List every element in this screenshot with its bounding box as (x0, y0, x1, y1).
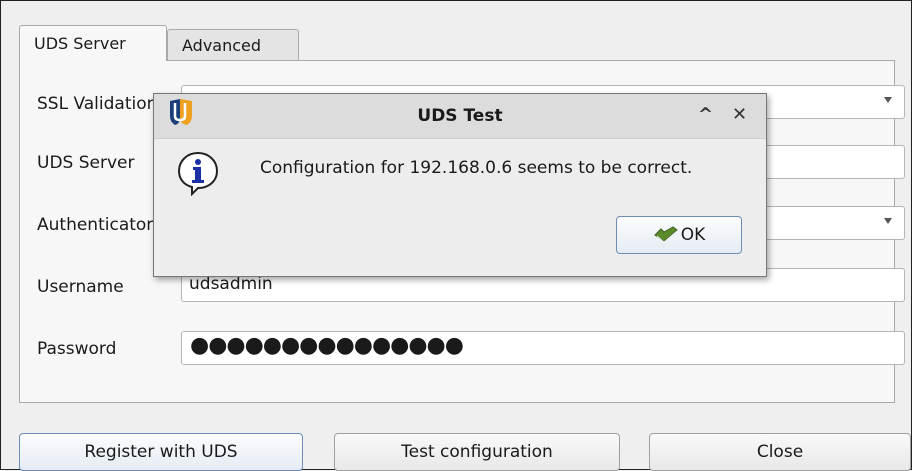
register-button-label: Register with UDS (84, 442, 238, 462)
authenticator-label: Authenticator (37, 215, 154, 235)
ok-check-icon (653, 226, 678, 243)
dialog-titlebar[interactable]: UDS Test ^ ✕ (154, 94, 766, 139)
username-value: udsadmin (189, 274, 273, 294)
ssl-validation-label: SSL Validation (37, 94, 158, 114)
tab-uds-server-label: UDS Server (34, 34, 126, 53)
uds-test-dialog: UDS Test ^ ✕ Configuration for 192.168.0… (153, 93, 767, 277)
password-label: Password (37, 339, 117, 359)
close-icon[interactable]: ✕ (732, 104, 747, 125)
uds-server-label: UDS Server (37, 153, 135, 173)
tab-advanced[interactable]: Advanced (167, 29, 299, 61)
username-label: Username (37, 277, 124, 297)
password-mask: ●●●●●●●●●●●●●●● (190, 333, 464, 358)
ok-button-label: OK (680, 225, 706, 245)
tab-uds-server[interactable]: UDS Server (19, 25, 167, 61)
password-field[interactable]: ●●●●●●●●●●●●●●● (181, 331, 905, 365)
maximize-icon[interactable]: ^ (698, 104, 713, 125)
register-button[interactable]: Register with UDS (19, 433, 303, 471)
ok-button[interactable]: OK (616, 216, 742, 254)
tab-advanced-label: Advanced (182, 36, 262, 55)
chevron-down-icon (884, 218, 892, 224)
close-button-label: Close (756, 442, 804, 462)
dialog-message: Configuration for 192.168.0.6 seems to b… (260, 158, 693, 178)
close-button[interactable]: Close (649, 433, 911, 471)
chevron-down-icon (884, 97, 892, 103)
test-configuration-button-label: Test configuration (401, 442, 553, 462)
main-window: UDS Server Advanced SSL Validation UDS S… (0, 0, 912, 471)
dialog-title: UDS Test (417, 106, 503, 126)
test-configuration-button[interactable]: Test configuration (334, 433, 620, 471)
info-icon (177, 151, 219, 196)
